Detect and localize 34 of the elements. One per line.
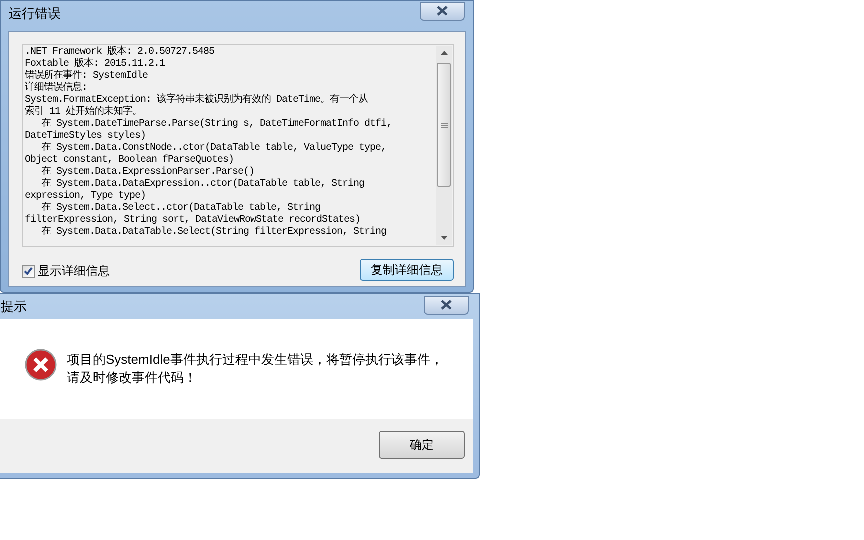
details-line: filterExpression, String sort, DataViewRowState recordStates): [25, 215, 361, 226]
details-line: expression, Type type): [25, 191, 146, 202]
details-line: Object constant, Boolean fParseQuotes): [25, 155, 234, 166]
window-title: 运行错误: [9, 5, 61, 24]
details-line: Foxtable 版本: 2015.11.2.1: [25, 59, 166, 70]
copy-details-button[interactable]: 复制详细信息: [360, 259, 454, 281]
close-button[interactable]: [424, 296, 469, 314]
scroll-up-icon: [440, 51, 448, 55]
checkbox-label: 显示详细信息: [38, 263, 110, 280]
details-line: DateTimeStyles styles): [25, 131, 146, 142]
scrollbar[interactable]: [436, 46, 452, 245]
details-line: System.FormatException: 该字符串未被识别为有效的 DateTime。有一个从: [25, 95, 368, 106]
details-line: .NET Framework 版本: 2.0.50727.5485: [25, 47, 215, 58]
window-title: 提示: [1, 298, 27, 316]
details-line: 在 System.Data.Select..ctor(DataTable table, String: [40, 203, 321, 214]
check-icon: [24, 266, 33, 276]
details-line: 在 System.Data.DataExpression..ctor(DataTable table, String: [40, 179, 365, 190]
scroll-down-icon: [440, 236, 448, 240]
details-line: 在 System.DateTimeParse.Parse(String s, DateTimeFormatInfo dtfi,: [40, 119, 392, 130]
details-line: 在 System.Data.DataTable.Select(String filterExpression, String: [40, 227, 387, 239]
close-button[interactable]: [420, 2, 465, 20]
error-message: 项目的SystemIdle事件执行过程中发生错误，将暂停执行该事件，请及时修改事件代码！: [67, 351, 444, 387]
details-line: 详细错误信息:: [25, 83, 88, 94]
details-line: 在 System.Data.ConstNode..ctor(DataTable table, ValueType type,: [40, 143, 387, 154]
close-icon: [441, 300, 452, 310]
scroll-thumb[interactable]: [437, 63, 451, 187]
checkbox[interactable]: [22, 264, 35, 278]
grip-icon: [440, 122, 448, 128]
details-line: 在 System.Data.ExpressionParser.Parse(): [40, 167, 255, 178]
details-line: 索引 11 处开始的未知字。: [25, 107, 142, 118]
ok-button[interactable]: 确定: [379, 431, 465, 459]
close-icon: [437, 6, 448, 16]
details-line: 错误所在事件: SystemIdle: [25, 71, 148, 82]
error-icon: [25, 349, 57, 381]
